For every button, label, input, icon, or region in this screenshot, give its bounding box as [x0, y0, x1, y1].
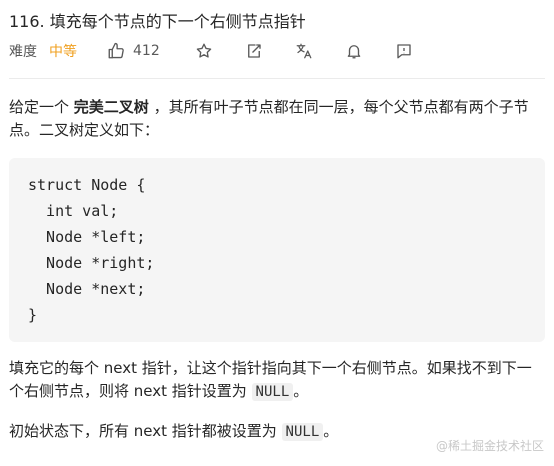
like-button[interactable]: 412: [107, 42, 160, 60]
problem-meta: 难度 中等 412: [9, 40, 160, 62]
translate-button[interactable]: [294, 41, 314, 61]
intro-text: 给定一个: [9, 98, 74, 116]
favorite-button[interactable]: [194, 41, 214, 61]
next-pointer-paragraph: 填充它的每个 next 指针，让这个指针指向其下一个右侧节点。如果找不到下一个右…: [9, 357, 545, 404]
intro-bold-term: 完美二叉树: [73, 98, 149, 116]
watermark: @稀土掘金技术社区: [435, 439, 544, 453]
difficulty-value: 中等: [49, 44, 77, 60]
like-count: 412: [133, 43, 160, 59]
comment-icon: [397, 44, 411, 59]
code-line: Node *next;: [28, 280, 146, 298]
header-divider: [9, 78, 545, 79]
null-code: NULL: [251, 383, 294, 401]
code-line: }: [28, 306, 38, 324]
bell-icon: [347, 45, 361, 59]
share-icon: [248, 44, 261, 58]
code-block: struct Node { int val; Node *left; Node …: [9, 158, 545, 342]
translate-icon: [296, 43, 312, 59]
share-button[interactable]: [244, 41, 264, 61]
intro-paragraph: 给定一个 完美二叉树 ，其所有叶子节点都在同一层，每个父节点都有两个子节点。二叉…: [9, 96, 545, 142]
code-line: struct Node {: [28, 176, 146, 194]
feedback-button[interactable]: [394, 41, 414, 61]
difficulty-label: 难度: [9, 44, 37, 60]
para3-end: 。: [323, 422, 339, 440]
code-line: Node *right;: [28, 254, 155, 272]
problem-title: 116. 填充每个节点的下一个右侧节点指针: [9, 12, 306, 31]
subscribe-button[interactable]: [344, 41, 364, 61]
star-icon: [196, 43, 212, 58]
code-line: Node *left;: [28, 228, 146, 246]
code-line: int val;: [28, 202, 119, 220]
null-code: NULL: [281, 423, 324, 441]
para2-end: 。: [293, 382, 309, 400]
para3-text: 初始状态下，所有 next 指针都被设置为: [9, 422, 282, 440]
thumbs-up-icon: [108, 42, 124, 59]
